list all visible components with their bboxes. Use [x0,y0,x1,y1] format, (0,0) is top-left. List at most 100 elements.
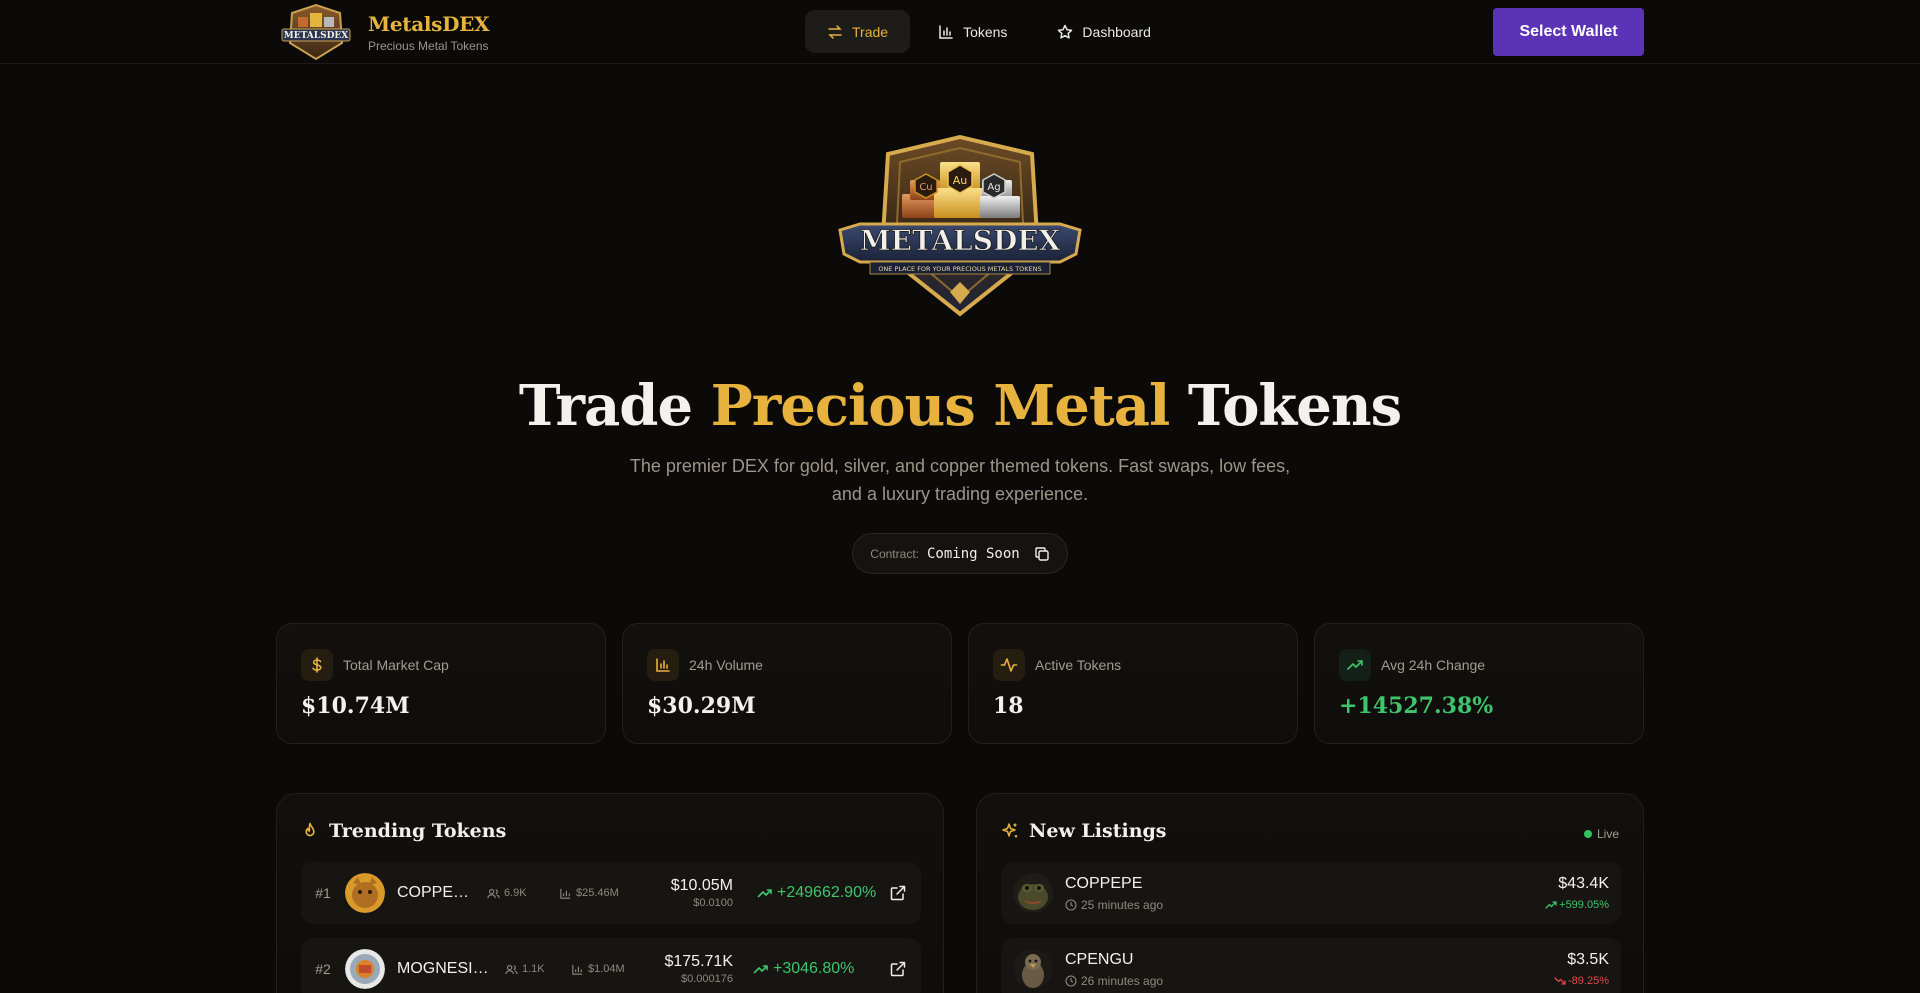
new-listings-panel: New Listings Live COPPEPE 25 minutes ago… [976,793,1644,993]
live-indicator: Live [1583,827,1619,841]
brand-logo-icon: METALSDEX [276,3,356,61]
logo-wordmark: METALSDEX [860,224,1061,257]
token-price: $3.5K [1567,951,1609,968]
token-name: COPPERI... [397,884,479,901]
select-wallet-button[interactable]: Select Wallet [1493,8,1644,56]
stats-row: Total Market Cap $10.74M 24h Volume $30.… [276,623,1644,744]
logo-banner-text: ONE PLACE FOR YOUR PRECIOUS METALS TOKEN… [878,265,1041,273]
volume-value: $1.04M [588,963,625,975]
token-name: COPPEPE [1065,875,1143,892]
live-label: Live [1596,827,1619,841]
main-nav: Trade Tokens Dashboard [805,10,1173,53]
volume-info: $1.04M [571,963,641,976]
price-column: $10.05M $0.0100 [647,877,733,909]
dollar-icon [301,649,333,681]
contract-value: Coming Soon [926,545,1020,562]
stat-card-market-cap: Total Market Cap $10.74M [276,623,606,744]
change-value: +3046.80% [773,960,855,977]
trending-row[interactable]: #2 MOGNESIU... 1.1K $1.04M $175.71K $0.0… [301,938,921,993]
token-name: MOGNESIU... [397,960,497,977]
token-change: +249662.90% [757,884,887,902]
flame-icon [305,822,315,837]
trending-title: Trending Tokens [329,820,507,842]
stat-card-volume: 24h Volume $30.29M [622,623,952,744]
holders-count: 6.9K [487,887,547,900]
top-navbar: METALSDEX MetalsDEX Precious Metal Token… [0,0,1920,64]
trending-down-icon [1554,977,1566,985]
external-link-icon[interactable] [889,884,907,902]
contract-address-pill: Contract: Coming Soon [852,533,1068,574]
change-value: +249662.90% [777,884,877,901]
stat-card-active-tokens: Active Tokens 18 [968,623,1298,744]
svg-text:METALSDEX: METALSDEX [284,31,349,41]
stat-value: +14527.38% [1339,693,1494,719]
listing-time: 25 minutes ago [1065,898,1163,912]
listing-time-value: 26 minutes ago [1081,974,1164,988]
logo-element-au: Au [953,174,968,187]
clock-icon [1065,975,1077,987]
contract-label: Contract: [870,546,919,561]
trending-up-icon [753,965,768,974]
token-change: +3046.80% [753,960,873,978]
stat-label: Active Tokens [1035,657,1122,673]
hero-logo: Cu Au Ag METALSDEX ONE PLACE FOR YOUR PR… [830,132,1090,322]
sparkles-icon [1002,823,1018,838]
trending-row[interactable]: #1 COPPERI... 6.9K $25.46M $10.05M $0.01… [301,862,921,924]
holders-value: 1.1K [522,963,545,975]
token-unit-price: $0.0100 [693,897,733,909]
logo-element-cu: Cu [919,182,932,193]
stat-card-avg-change: Avg 24h Change +14527.38% [1314,623,1644,744]
token-price: $43.4K [1558,875,1609,892]
hero-title-part2: Tokens [1169,373,1402,439]
hero-title: Trade Precious Metal Tokens [0,373,1920,439]
hero-title-part1: Trade [518,373,711,439]
new-listings-title: New Listings [1029,820,1167,842]
token-rank: #2 [315,961,331,977]
bar-chart-icon [939,24,953,39]
trending-tokens-panel: Trending Tokens #1 COPPERI... 6.9K $25.4… [276,793,944,993]
users-icon [487,888,500,898]
token-avatar [1013,873,1053,913]
token-price: $175.71K [664,953,733,970]
token-avatar [345,873,385,913]
token-rank: #1 [315,885,331,901]
token-change: +599.05% [1545,899,1609,911]
holders-count: 1.1K [505,963,559,976]
trending-up-icon [1339,649,1371,681]
nav-dashboard[interactable]: Dashboard [1035,10,1173,53]
swap-icon [828,24,842,39]
listing-time-value: 25 minutes ago [1081,898,1164,912]
stat-label: 24h Volume [689,657,763,673]
listing-row[interactable]: COPPEPE 25 minutes ago $43.4K +599.05% [1001,862,1621,924]
change-value: -89.25% [1568,975,1609,987]
bar-chart-icon [647,649,679,681]
copy-icon[interactable] [1034,546,1050,562]
nav-trade[interactable]: Trade [805,10,911,53]
token-change: -89.25% [1554,975,1609,987]
stat-value: 18 [993,693,1024,719]
holders-value: 6.9K [504,887,527,899]
activity-icon [993,649,1025,681]
change-value: +599.05% [1559,899,1609,911]
nav-tokens[interactable]: Tokens [916,10,1029,53]
live-dot-icon [1583,830,1592,838]
hero-title-highlight: Precious Metal [710,373,1171,439]
trending-up-icon [757,889,772,898]
trending-up-icon [1545,901,1557,909]
stat-label: Avg 24h Change [1381,657,1486,673]
stat-label: Total Market Cap [343,657,449,673]
token-avatar [345,949,385,989]
nav-trade-label: Trade [852,23,889,40]
bar-chart-icon [560,888,571,899]
token-unit-price: $0.000176 [681,973,733,985]
volume-info: $25.46M [559,887,637,900]
volume-value: $25.46M [576,887,619,899]
users-icon [505,964,518,974]
listing-row[interactable]: CPENGU 26 minutes ago $3.5K -89.25% [1001,938,1621,993]
price-column: $175.71K $0.000176 [655,953,733,985]
star-icon [1058,24,1073,39]
brand[interactable]: METALSDEX MetalsDEX Precious Metal Token… [276,3,490,61]
external-link-icon[interactable] [889,960,907,978]
logo-element-ag: Ag [987,182,1000,193]
listing-time: 26 minutes ago [1065,974,1163,988]
